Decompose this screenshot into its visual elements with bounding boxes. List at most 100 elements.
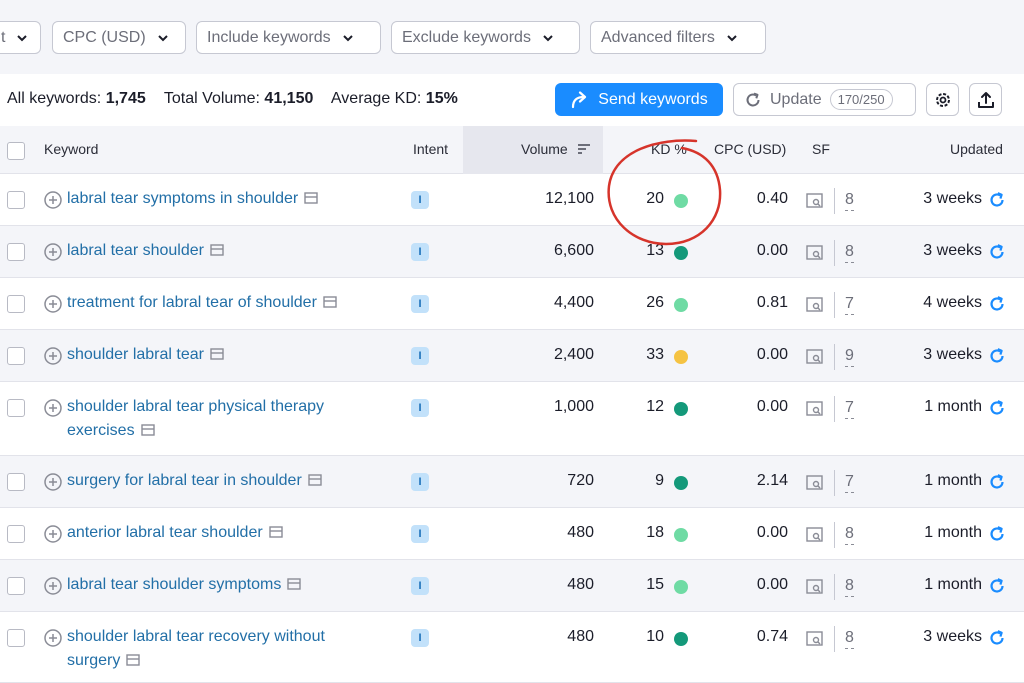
keyword-text: labral tear shoulder symptoms — [67, 576, 282, 593]
add-circle-icon[interactable] — [44, 473, 62, 491]
serp-preview-icon[interactable] — [304, 192, 318, 204]
intent-badge[interactable]: I — [411, 243, 429, 261]
serp-features-count[interactable]: 8 — [845, 242, 854, 263]
row-checkbox[interactable] — [7, 347, 25, 365]
serp-preview-icon[interactable] — [323, 296, 337, 308]
serp-features-count[interactable]: 8 — [845, 628, 854, 649]
header-updated[interactable]: Updated — [950, 141, 1003, 157]
serp-features-count[interactable]: 7 — [845, 398, 854, 419]
keyword-link[interactable]: treatment for labral tear of shoulder — [67, 291, 337, 315]
refresh-icon[interactable] — [988, 577, 1006, 595]
keyword-link[interactable]: shoulder labral tear physical therapy ex… — [67, 395, 374, 443]
send-keywords-button[interactable]: Send keywords — [555, 83, 723, 116]
serp-preview-icon[interactable] — [268, 526, 283, 538]
settings-button[interactable] — [926, 83, 959, 116]
serp-preview-icon[interactable] — [140, 424, 155, 436]
serp-preview-icon[interactable] — [210, 348, 224, 360]
refresh-icon[interactable] — [988, 243, 1006, 261]
add-circle-icon[interactable] — [44, 577, 62, 595]
add-circle-icon[interactable] — [44, 629, 62, 647]
keyword-link[interactable]: labral tear shoulder — [67, 239, 224, 263]
add-circle-icon[interactable] — [44, 191, 62, 209]
keyword-link[interactable]: shoulder labral tear recovery without su… — [67, 625, 374, 673]
serp-features-icon[interactable] — [806, 631, 824, 647]
exclude-keywords-dropdown[interactable]: Exclude keywords — [391, 21, 580, 54]
serp-preview-icon[interactable] — [210, 244, 224, 256]
add-circle-icon[interactable] — [44, 243, 62, 261]
keyword-link[interactable]: shoulder labral tear — [67, 343, 224, 367]
add-circle-icon[interactable] — [44, 347, 62, 365]
serp-features-icon[interactable] — [806, 527, 824, 543]
update-button[interactable]: Update 170/250 — [733, 83, 916, 116]
keyword-text: shoulder labral tear recovery without su… — [67, 628, 325, 669]
serp-features-count[interactable]: 8 — [845, 524, 854, 545]
header-keyword[interactable]: Keyword — [44, 141, 98, 157]
export-button[interactable] — [969, 83, 1002, 116]
keyword-link[interactable]: anterior labral tear shoulder — [67, 521, 283, 545]
serp-preview-icon[interactable] — [308, 474, 322, 486]
row-checkbox[interactable] — [7, 243, 25, 261]
intent-badge[interactable]: I — [411, 347, 429, 365]
cpc-filter-dropdown[interactable]: CPC (USD) — [52, 21, 186, 54]
refresh-icon[interactable] — [988, 347, 1006, 365]
header-volume[interactable]: Volume — [521, 141, 568, 157]
intent-badge[interactable]: I — [411, 295, 429, 313]
serp-features-count[interactable]: 8 — [845, 576, 854, 597]
header-sf[interactable]: SF — [812, 141, 830, 157]
sort-descending-icon[interactable] — [577, 143, 591, 155]
intent-badge[interactable]: I — [411, 525, 429, 543]
partial-filter-dropdown[interactable]: t — [0, 21, 41, 54]
keyword-link[interactable]: labral tear symptoms in shoulder — [67, 187, 318, 211]
updated-value: 1 month — [924, 398, 982, 415]
row-checkbox[interactable] — [7, 525, 25, 543]
refresh-icon[interactable] — [988, 525, 1006, 543]
refresh-icon[interactable] — [988, 295, 1006, 313]
row-checkbox[interactable] — [7, 295, 25, 313]
refresh-icon[interactable] — [988, 191, 1006, 209]
serp-features-icon[interactable] — [806, 579, 824, 595]
serp-features-icon[interactable] — [806, 349, 824, 365]
include-keywords-dropdown[interactable]: Include keywords — [196, 21, 381, 54]
serp-features-count[interactable]: 7 — [845, 472, 854, 493]
updated-value: 3 weeks — [923, 628, 982, 645]
summary-stats: All keywords: 1,745 Total Volume: 41,150… — [7, 90, 458, 108]
serp-features-icon[interactable] — [806, 475, 824, 491]
serp-features-count[interactable]: 9 — [845, 346, 854, 367]
header-kd[interactable]: KD % — [651, 141, 687, 157]
serp-preview-icon[interactable] — [126, 654, 141, 666]
add-circle-icon[interactable] — [44, 525, 62, 543]
keyword-link[interactable]: surgery for labral tear in shoulder — [67, 469, 322, 493]
intent-badge[interactable]: I — [411, 399, 429, 417]
refresh-icon[interactable] — [988, 629, 1006, 647]
refresh-icon[interactable] — [988, 473, 1006, 491]
chevron-down-icon — [157, 34, 168, 41]
advanced-filters-dropdown[interactable]: Advanced filters — [590, 21, 766, 54]
serp-features-icon[interactable] — [806, 401, 824, 417]
serp-features-icon[interactable] — [806, 193, 824, 209]
row-checkbox[interactable] — [7, 473, 25, 491]
intent-badge[interactable]: I — [411, 577, 429, 595]
select-all-checkbox[interactable] — [7, 142, 25, 160]
serp-features-count[interactable]: 7 — [845, 294, 854, 315]
intent-badge[interactable]: I — [411, 473, 429, 491]
serp-features-icon[interactable] — [806, 245, 824, 261]
serp-features-icon[interactable] — [806, 297, 824, 313]
row-checkbox[interactable] — [7, 191, 25, 209]
intent-badge[interactable]: I — [411, 629, 429, 647]
add-circle-icon[interactable] — [44, 399, 62, 417]
row-checkbox[interactable] — [7, 629, 25, 647]
add-circle-icon[interactable] — [44, 295, 62, 313]
row-checkbox[interactable] — [7, 399, 25, 417]
cpc-value: 2.14 — [756, 472, 788, 489]
kd-value: 9 — [655, 472, 664, 489]
serp-preview-icon[interactable] — [287, 578, 302, 590]
share-arrow-icon — [572, 90, 587, 108]
row-checkbox[interactable] — [7, 577, 25, 595]
header-cpc[interactable]: CPC (USD) — [714, 141, 786, 157]
cpc-value: 0.00 — [756, 398, 788, 415]
serp-features-count[interactable]: 8 — [845, 190, 854, 211]
refresh-icon[interactable] — [988, 399, 1006, 417]
keyword-link[interactable]: labral tear shoulder symptoms — [67, 573, 302, 597]
intent-badge[interactable]: I — [411, 191, 429, 209]
header-intent[interactable]: Intent — [413, 141, 448, 157]
